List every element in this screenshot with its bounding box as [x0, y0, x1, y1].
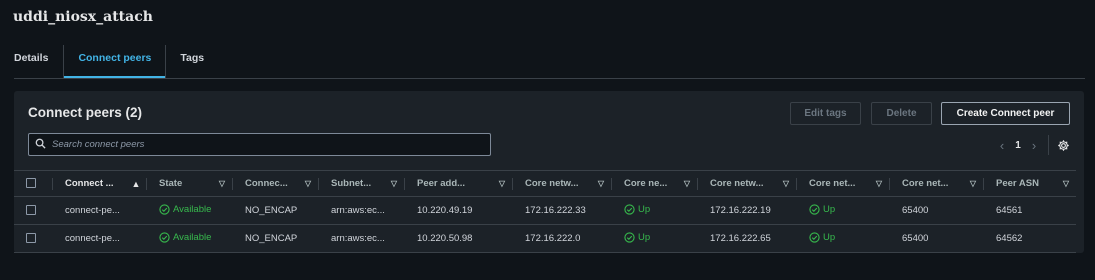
cell-core-network-address: 172.16.222.65 — [697, 224, 796, 253]
state-label: Available — [173, 231, 212, 243]
cell-subnet-arn: arn:aws:ec... — [318, 196, 404, 225]
pagination: ‹ 1 › — [994, 135, 1070, 155]
select-all-checkbox[interactable] — [26, 178, 36, 189]
sort-icon: ▽ — [597, 179, 605, 188]
edit-tags-button[interactable]: Edit tags — [790, 102, 861, 125]
cell-peer-address: 10.220.50.98 — [404, 224, 512, 253]
table-row[interactable]: connect-pe... Available NO_ENCAP arn:aws… — [14, 196, 1076, 225]
column-label: Peer ASN — [996, 178, 1039, 189]
search-field — [28, 133, 491, 156]
column-label: State — [159, 178, 183, 189]
check-circle-icon — [624, 231, 635, 243]
column-label: Core netw... — [525, 178, 579, 189]
column-label: Core ne... — [624, 178, 668, 189]
sort-icon: ▽ — [782, 179, 790, 188]
cell-core-network-status: Up — [796, 224, 889, 253]
search-input[interactable] — [52, 139, 472, 150]
create-connect-peer-button[interactable]: Create Connect peer — [941, 102, 1070, 125]
cell-subnet-arn: arn:aws:ec... — [318, 224, 404, 253]
column-label: Peer add... — [417, 178, 466, 189]
page-number[interactable]: 1 — [1010, 140, 1026, 151]
panel-title: Connect peers (2) — [28, 105, 143, 120]
tab-tags[interactable]: Tags — [166, 44, 218, 78]
sort-icon: ▽ — [304, 179, 312, 188]
column-header[interactable]: Connec... ▽ — [232, 170, 318, 197]
search-icon — [35, 136, 46, 154]
tab-connect-peers[interactable]: Connect peers — [64, 44, 166, 78]
check-circle-icon — [809, 203, 820, 215]
cell-connect-protocol: NO_ENCAP — [232, 196, 318, 225]
column-header[interactable]: Core net... ▽ — [796, 170, 889, 197]
column-header[interactable]: Core netw... ▽ — [512, 170, 611, 197]
column-header[interactable]: Peer ASN ▽ — [983, 170, 1076, 197]
row-select-cell — [14, 196, 52, 225]
cell-core-network-address: 172.16.222.19 — [697, 196, 796, 225]
column-header[interactable]: State ▽ — [146, 170, 232, 197]
column-label: Connec... — [245, 178, 288, 189]
column-header[interactable]: Connect ... ▲ — [52, 170, 146, 197]
column-header[interactable]: Core ne... ▽ — [611, 170, 697, 197]
tab-bar: Details Connect peers Tags — [14, 44, 1085, 79]
column-header[interactable]: Subnet... ▽ — [318, 170, 404, 197]
column-label: Core netw... — [710, 178, 764, 189]
status-label: Up — [823, 203, 836, 215]
cell-core-network-status: Up — [796, 196, 889, 225]
column-header[interactable]: Core net... ▽ — [889, 170, 983, 197]
check-circle-icon — [624, 203, 635, 215]
cell-connect-protocol: NO_ENCAP — [232, 224, 318, 253]
status-label: Up — [823, 231, 836, 243]
status-label: Up — [638, 231, 651, 243]
sort-icon: ▽ — [969, 179, 977, 188]
table-header-row: Connect ... ▲ State ▽ Connec... ▽ Subnet...… — [14, 170, 1076, 197]
sort-icon: ▽ — [390, 179, 398, 188]
cell-peer-address: 10.220.49.19 — [404, 196, 512, 225]
connect-peers-panel: Connect peers (2) Edit tags Delete Creat… — [14, 91, 1084, 253]
page: uddi_niosx_attach Details Connect peers … — [0, 0, 1095, 280]
connect-peers-table: Connect ... ▲ State ▽ Connec... ▽ Subnet...… — [14, 170, 1076, 253]
sort-icon: ▽ — [683, 179, 691, 188]
sort-icon: ▽ — [218, 179, 226, 188]
cell-connect-peer-id[interactable]: connect-pe... — [52, 196, 146, 225]
tab-details[interactable]: Details — [14, 44, 63, 78]
cell-state: Available — [146, 196, 232, 225]
cell-connect-peer-id[interactable]: connect-pe... — [52, 224, 146, 253]
table-row[interactable]: connect-pe... Available NO_ENCAP arn:aws… — [14, 224, 1076, 253]
chevron-right-icon[interactable]: › — [1026, 138, 1042, 153]
sort-icon: ▽ — [875, 179, 883, 188]
cell-core-network-address: 172.16.222.33 — [512, 196, 611, 225]
cell-core-network-status: Up — [611, 224, 697, 253]
cell-core-network-status: Up — [611, 196, 697, 225]
column-header[interactable]: Peer add... ▽ — [404, 170, 512, 197]
cell-core-network-asn: 65400 — [889, 224, 983, 253]
cell-core-network-address: 172.16.222.0 — [512, 224, 611, 253]
row-checkbox[interactable] — [26, 205, 36, 216]
delete-button[interactable]: Delete — [871, 102, 932, 125]
sort-icon: ▽ — [498, 179, 506, 188]
column-label: Connect ... — [65, 178, 114, 189]
cell-core-network-asn: 65400 — [889, 196, 983, 225]
pager-divider — [1048, 135, 1049, 155]
row-checkbox[interactable] — [26, 233, 36, 244]
check-circle-icon — [159, 231, 170, 243]
check-circle-icon — [159, 203, 170, 215]
column-label: Core net... — [902, 178, 949, 189]
cell-state: Available — [146, 224, 232, 253]
chevron-left-icon[interactable]: ‹ — [994, 138, 1010, 153]
cell-peer-asn: 64562 — [983, 224, 1076, 253]
column-label: Subnet... — [331, 178, 372, 189]
column-header[interactable]: Core netw... ▽ — [697, 170, 796, 197]
select-all-cell — [14, 170, 52, 197]
sort-ascending-icon: ▲ — [131, 178, 141, 189]
gear-icon[interactable] — [1057, 139, 1070, 152]
state-label: Available — [173, 203, 212, 215]
page-title: uddi_niosx_attach — [13, 9, 153, 25]
check-circle-icon — [809, 231, 820, 243]
sort-icon: ▽ — [1062, 179, 1070, 188]
cell-peer-asn: 64561 — [983, 196, 1076, 225]
row-select-cell — [14, 224, 52, 253]
column-label: Core net... — [809, 178, 856, 189]
status-label: Up — [638, 203, 651, 215]
